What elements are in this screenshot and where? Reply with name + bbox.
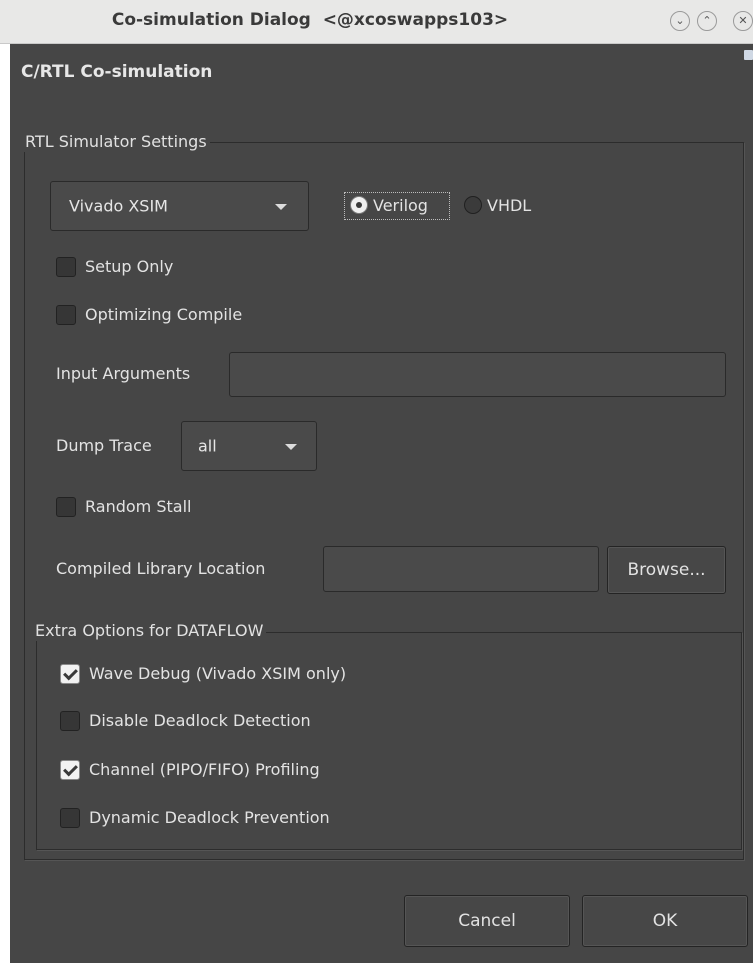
- verilog-label[interactable]: Verilog: [373, 196, 428, 215]
- cosim-dialog: C/RTL Co-simulation RTL Simulator Settin…: [10, 44, 753, 963]
- chevron-down-icon: [275, 204, 287, 210]
- setup-only-label[interactable]: Setup Only: [85, 257, 173, 276]
- vhdl-radio[interactable]: [464, 196, 482, 214]
- maximize-icon[interactable]: ⌃: [697, 11, 717, 31]
- ok-button[interactable]: OK: [582, 895, 748, 947]
- dataflow-title: Extra Options for DATAFLOW: [33, 621, 267, 641]
- window-titlebar[interactable]: Co-simulation Dialog <@xcoswapps103> ⌄ ⌃…: [0, 0, 753, 44]
- rtl-settings-title: RTL Simulator Settings: [23, 132, 210, 152]
- disable-deadlock-label[interactable]: Disable Deadlock Detection: [89, 711, 311, 730]
- chevron-down-icon: [285, 444, 297, 450]
- verilog-radio[interactable]: [350, 196, 368, 214]
- optimizing-compile-checkbox[interactable]: [56, 305, 76, 325]
- cancel-button[interactable]: Cancel: [404, 895, 570, 947]
- channel-profiling-label[interactable]: Channel (PIPO/FIFO) Profiling: [89, 760, 320, 779]
- simulator-select-value: Vivado XSIM: [69, 196, 168, 216]
- random-stall-label[interactable]: Random Stall: [85, 497, 191, 516]
- dynamic-deadlock-label[interactable]: Dynamic Deadlock Prevention: [89, 808, 330, 827]
- random-stall-checkbox[interactable]: [56, 497, 76, 517]
- dynamic-deadlock-checkbox[interactable]: [60, 808, 80, 828]
- dump-trace-select[interactable]: all: [181, 421, 317, 471]
- dump-trace-label: Dump Trace: [56, 436, 152, 455]
- compiled-library-field[interactable]: [323, 546, 599, 592]
- compiled-library-label: Compiled Library Location: [56, 559, 266, 578]
- setup-only-checkbox[interactable]: [56, 257, 76, 277]
- cancel-button-label: Cancel: [458, 911, 516, 931]
- optimizing-compile-label[interactable]: Optimizing Compile: [85, 305, 242, 324]
- browse-button-label: Browse...: [627, 560, 706, 580]
- close-icon[interactable]: ✕: [733, 11, 753, 31]
- dialog-heading: C/RTL Co-simulation: [21, 62, 213, 82]
- checkmark-icon: [63, 665, 78, 681]
- window-title: Co-simulation Dialog <@xcoswapps103>: [111, 10, 509, 30]
- input-arguments-label: Input Arguments: [56, 364, 191, 383]
- ok-button-label: OK: [652, 911, 678, 931]
- radio-dot-icon: [356, 202, 362, 208]
- vhdl-label[interactable]: VHDL: [487, 196, 531, 215]
- checkmark-icon: [63, 761, 78, 777]
- dump-trace-value: all: [198, 436, 217, 456]
- corner-check-icon: [744, 50, 753, 60]
- disable-deadlock-checkbox[interactable]: [60, 711, 80, 731]
- wave-debug-label[interactable]: Wave Debug (Vivado XSIM only): [89, 664, 346, 683]
- simulator-select[interactable]: Vivado XSIM: [50, 181, 309, 231]
- minimize-icon[interactable]: ⌄: [670, 11, 690, 31]
- input-arguments-field[interactable]: [229, 352, 726, 397]
- browse-button[interactable]: Browse...: [607, 546, 726, 594]
- channel-profiling-checkbox[interactable]: [60, 760, 80, 780]
- wave-debug-checkbox[interactable]: [60, 664, 80, 684]
